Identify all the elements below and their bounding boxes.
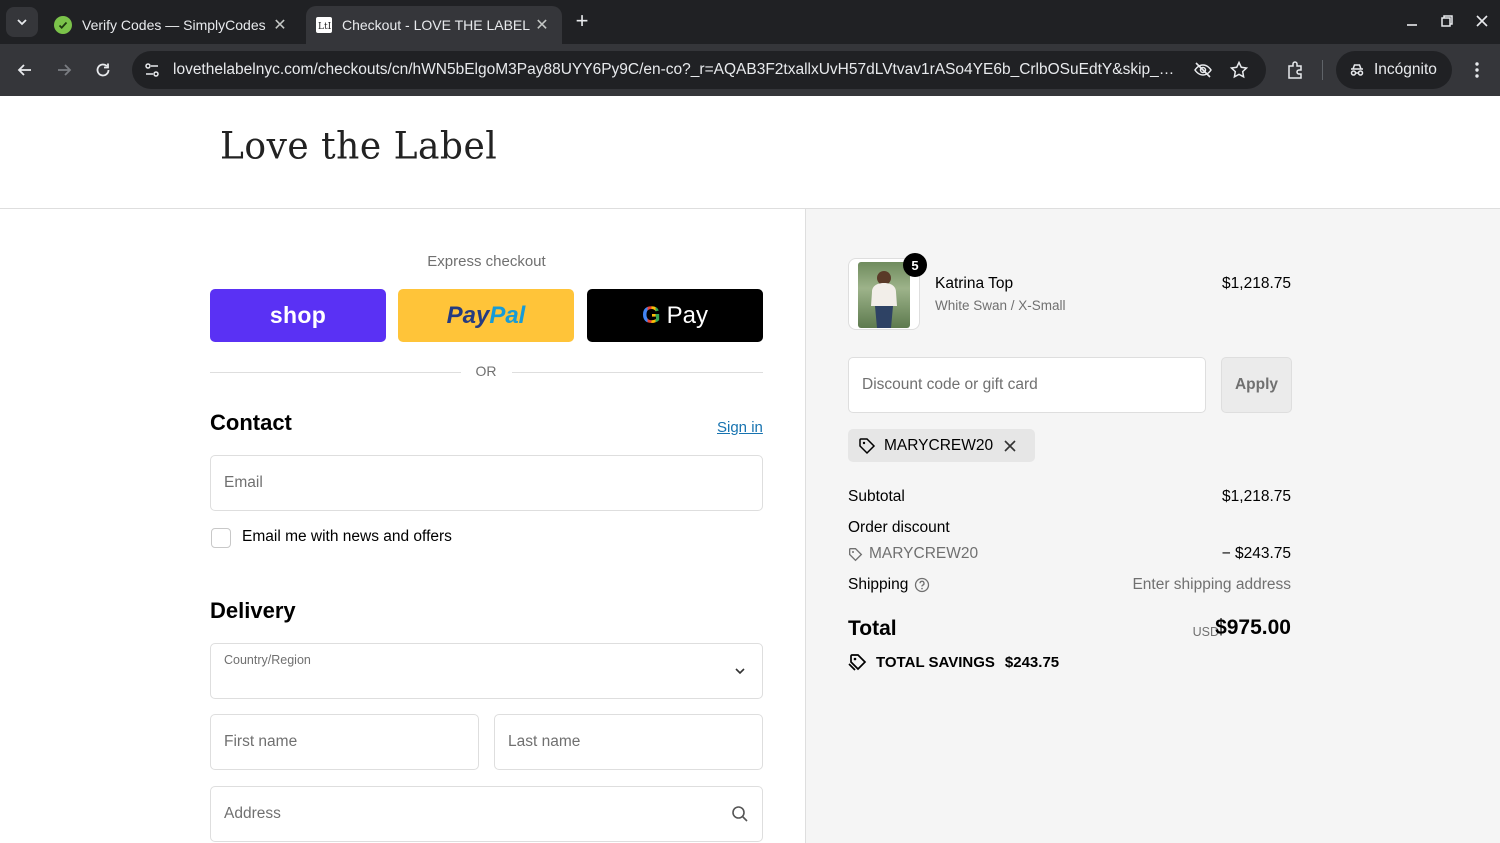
- shipping-row: Shipping: [848, 576, 930, 594]
- first-name-field[interactable]: First name: [210, 714, 479, 770]
- kebab-menu-icon[interactable]: [1464, 57, 1490, 83]
- extensions-icon[interactable]: [1282, 57, 1308, 83]
- chevron-down-icon: [17, 19, 27, 26]
- total-savings: TOTAL SAVINGS $243.75: [848, 653, 1059, 671]
- subtotal-value: $1,218.75: [1222, 488, 1291, 505]
- contact-title: Contact: [210, 410, 292, 435]
- incognito-button[interactable]: Incógnito: [1336, 51, 1452, 89]
- shop-pay-button[interactable]: shop: [210, 289, 386, 342]
- or-label: OR: [475, 363, 497, 379]
- discount-value: − $243.75: [1221, 545, 1291, 562]
- forward-icon[interactable]: [51, 57, 77, 83]
- incognito-label: Incógnito: [1374, 61, 1437, 78]
- discount-placeholder: Discount code or gift card: [862, 376, 1038, 393]
- discount-code-text: MARYCREW20: [869, 545, 979, 562]
- toolbar-separator: [1322, 60, 1323, 80]
- paypal-button[interactable]: Pay Pal: [398, 289, 574, 342]
- newsletter-label: Email me with news and offers: [242, 528, 452, 545]
- tab-simplycodes[interactable]: Verify Codes — SimplyCodes ✕: [44, 6, 300, 44]
- savings-tag-icon: [848, 654, 867, 671]
- quantity-badge: 5: [903, 253, 927, 277]
- store-header: Love the Label: [0, 96, 1500, 209]
- star-icon[interactable]: [1228, 59, 1250, 81]
- checkout-form: Express checkout shop Pay Pal G Pay OR Co…: [0, 209, 805, 843]
- discount-code-row: MARYCREW20: [848, 545, 978, 563]
- savings-value: $243.75: [1004, 653, 1060, 671]
- paypal-label-part1: Pay: [446, 301, 490, 329]
- subtotal-label: Subtotal: [848, 488, 905, 505]
- checkout-page: Love the Label Express checkout shop Pay…: [0, 96, 1500, 843]
- remove-discount-icon[interactable]: [1003, 439, 1025, 453]
- product-image: [858, 262, 910, 328]
- country-label: Country/Region: [224, 653, 311, 667]
- back-icon[interactable]: [12, 57, 38, 83]
- email-placeholder: Email: [224, 474, 263, 491]
- email-field[interactable]: Email: [210, 455, 763, 511]
- minimize-icon[interactable]: [1399, 8, 1425, 34]
- browser-tab-bar: Verify Codes — SimplyCodes ✕ LtL Checkou…: [0, 0, 1500, 44]
- site-info-icon[interactable]: [134, 52, 170, 88]
- shop-pay-label: shop: [269, 302, 327, 328]
- applied-code: MARYCREW20: [884, 436, 994, 454]
- google-g-icon: G: [641, 301, 661, 329]
- reload-icon[interactable]: [90, 57, 116, 83]
- simplycodes-icon: [54, 16, 72, 34]
- order-summary: 5 Katrina Top White Swan / X-Small $1,21…: [805, 209, 1500, 843]
- divider: [512, 372, 763, 373]
- close-icon[interactable]: ✕: [270, 15, 290, 35]
- total-label: Total: [848, 617, 897, 640]
- divider: [210, 372, 461, 373]
- close-icon[interactable]: ✕: [532, 15, 552, 35]
- last-name-field[interactable]: Last name: [494, 714, 763, 770]
- address-placeholder: Address: [224, 805, 281, 822]
- restore-icon[interactable]: [1434, 8, 1460, 34]
- product-price: $1,218.75: [1222, 275, 1291, 292]
- google-pay-button[interactable]: G Pay: [587, 289, 763, 342]
- country-select[interactable]: Country/Region: [210, 643, 763, 699]
- help-icon[interactable]: [914, 577, 930, 593]
- order-discount-label: Order discount: [848, 519, 950, 536]
- store-logo[interactable]: Love the Label: [220, 125, 497, 168]
- tab-title: Verify Codes — SimplyCodes: [82, 17, 266, 33]
- last-name-placeholder: Last name: [508, 733, 581, 750]
- total-value: $975.00: [1215, 616, 1291, 639]
- product-name: Katrina Top: [935, 275, 1014, 292]
- new-tab-button[interactable]: +: [570, 10, 594, 34]
- product-variant: White Swan / X-Small: [935, 298, 1066, 313]
- address-bar[interactable]: lovethelabelnyc.com/checkouts/cn/hWN5bEl…: [132, 51, 1266, 89]
- tag-icon: [859, 437, 876, 454]
- express-checkout-label: Express checkout: [427, 253, 546, 270]
- chevron-down-icon: [730, 661, 750, 681]
- search-icon: [730, 804, 750, 824]
- eye-off-icon[interactable]: [1192, 59, 1214, 81]
- shipping-label: Shipping: [848, 576, 909, 593]
- address-field[interactable]: Address: [210, 786, 763, 842]
- ltl-icon: LtL: [316, 17, 332, 33]
- tab-title: Checkout - LOVE THE LABEL: [342, 17, 531, 33]
- newsletter-checkbox[interactable]: [211, 528, 231, 548]
- discount-code-field[interactable]: Discount code or gift card: [848, 357, 1206, 413]
- apply-button[interactable]: Apply: [1221, 357, 1292, 413]
- savings-label: TOTAL SAVINGS: [876, 653, 995, 671]
- tab-checkout[interactable]: LtL Checkout - LOVE THE LABEL ✕: [306, 6, 562, 44]
- tag-icon: [849, 547, 863, 561]
- google-pay-label: Pay: [666, 301, 709, 329]
- close-window-icon[interactable]: [1469, 8, 1495, 34]
- sign-in-link[interactable]: Sign in: [717, 419, 763, 436]
- product-thumbnail: 5: [848, 253, 927, 330]
- url-text: lovethelabelnyc.com/checkouts/cn/hWN5bEl…: [173, 61, 1178, 78]
- browser-toolbar: lovethelabelnyc.com/checkouts/cn/hWN5bEl…: [0, 44, 1500, 96]
- shipping-value: Enter shipping address: [1132, 576, 1291, 593]
- incognito-icon: [1350, 64, 1364, 76]
- first-name-placeholder: First name: [224, 733, 298, 750]
- paypal-label-part2: Pal: [489, 301, 526, 329]
- svg-text:LtL: LtL: [318, 22, 331, 32]
- applied-discount-chip: MARYCREW20: [848, 429, 1036, 462]
- delivery-title: Delivery: [210, 598, 296, 623]
- tab-search-button[interactable]: [6, 7, 38, 37]
